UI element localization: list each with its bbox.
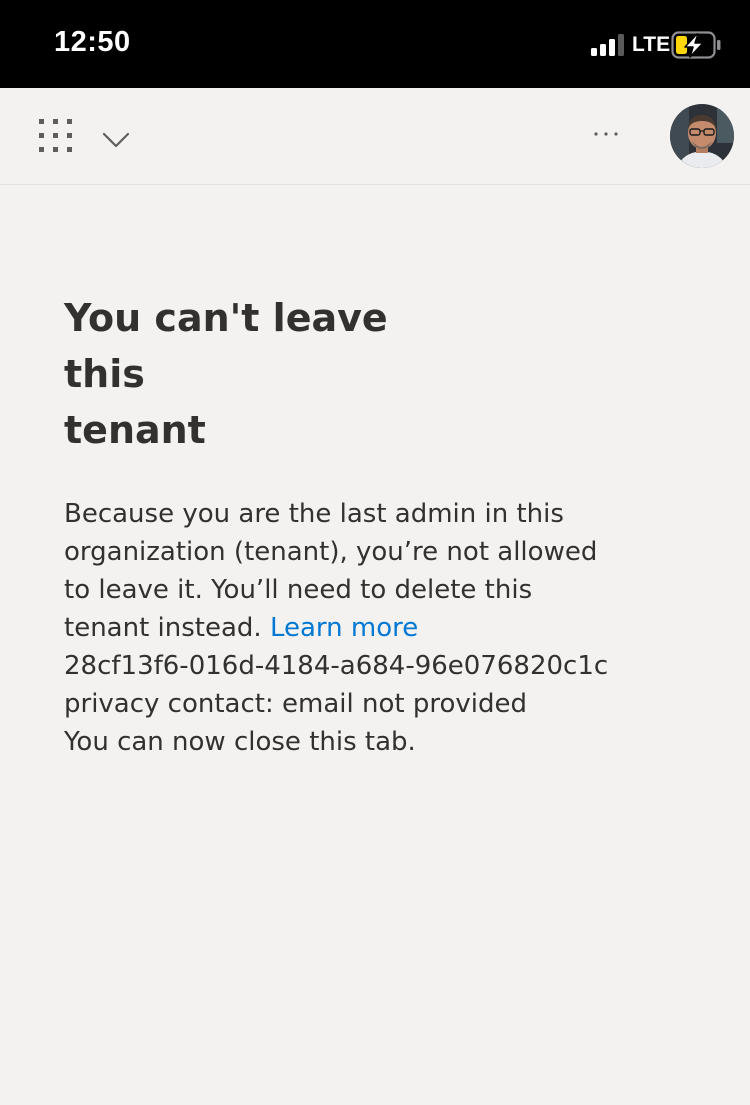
learn-more-link[interactable]: Learn more [270,613,418,643]
message-line: Because you are the last admin in this [64,499,564,529]
page-title: You can't leave this tenant [64,290,464,458]
main-content: You can't leave this tenant Because you … [64,290,624,761]
close-tab-note: You can now close this tab. [64,727,416,757]
more-options-ellipsis-icon[interactable] [590,122,622,146]
page-title-line1: You can't leave this [64,296,388,396]
tenant-id: 28cf13f6-016d-4184-a684-96e076820c1c [64,651,609,681]
user-avatar[interactable] [669,103,735,169]
app-header [0,88,750,185]
chevron-down-icon[interactable] [100,128,132,152]
status-time: 12:50 [54,26,131,58]
message-line: to leave it. You’ll need to delete this [64,575,533,605]
cellular-signal-icon [591,34,624,56]
message-line-with-link: tenant instead. Learn more [64,609,624,647]
privacy-contact: privacy contact: email not provided [64,689,527,719]
battery-charging-icon [671,31,721,59]
message-line-prefix: tenant instead. [64,613,270,643]
message-body: Because you are the last admin in this o… [64,495,624,761]
status-bar: 12:50 LTE [0,0,750,88]
app-launcher-waffle-icon[interactable] [38,118,74,154]
page-title-line2: tenant [64,408,206,452]
message-line: organization (tenant), you’re not allowe… [64,537,598,567]
network-type: LTE [632,33,671,56]
